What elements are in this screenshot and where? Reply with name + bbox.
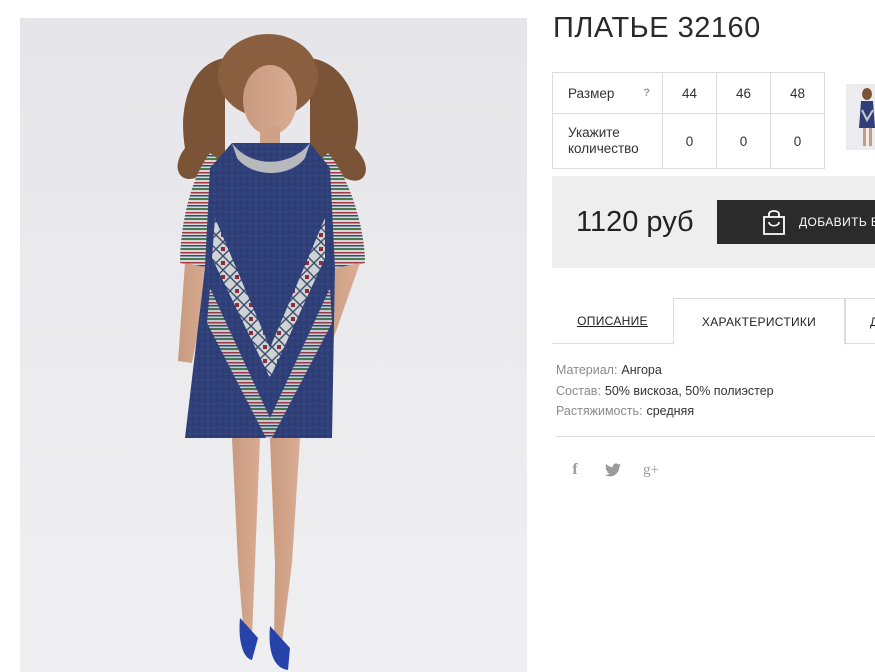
size-quantity-table: Размер ? 44 46 48 Укажите количество 0 0… xyxy=(552,72,825,169)
size-row: Размер ? 44 46 48 xyxy=(552,72,825,114)
tab-delivery[interactable]: Д xyxy=(845,298,875,344)
characteristics-list: Материал: Ангора Состав: 50% вискоза, 50% … xyxy=(556,360,774,422)
tab-description[interactable]: ОПИСАНИЕ xyxy=(552,298,673,344)
characteristic-value: средняя xyxy=(646,404,695,418)
price-panel: 1120 руб ДОБАВИТЬ В xyxy=(552,176,875,268)
google-plus-icon[interactable]: g+ xyxy=(642,458,660,482)
divider xyxy=(556,436,875,437)
quantity-row: Укажите количество 0 0 0 xyxy=(552,113,825,169)
add-to-cart-label: ДОБАВИТЬ В xyxy=(799,215,875,229)
size-label-cell: Размер ? xyxy=(552,72,663,114)
facebook-icon[interactable]: f xyxy=(566,458,584,482)
facebook-glyph: f xyxy=(572,461,578,478)
quantity-input-44[interactable]: 0 xyxy=(662,113,717,169)
social-share: f g+ xyxy=(566,458,660,482)
tab-characteristics[interactable]: ХАРАКТЕРИСТИКИ xyxy=(673,298,845,345)
characteristic-value: Ангора xyxy=(621,363,662,377)
quantity-label-cell: Укажите количество xyxy=(552,113,663,169)
product-thumbnail[interactable] xyxy=(846,84,875,150)
product-photo[interactable] xyxy=(20,18,527,672)
shopping-bag-icon xyxy=(763,210,785,235)
characteristic-composition: Состав: 50% вискоза, 50% полиэстер xyxy=(556,381,774,402)
dress-thumbnail-icon xyxy=(859,88,875,146)
characteristic-stretch: Растяжимость: средняя xyxy=(556,401,774,422)
add-to-cart-button[interactable]: ДОБАВИТЬ В xyxy=(717,200,875,244)
characteristic-value: 50% вискоза, 50% полиэстер xyxy=(604,383,774,398)
google-plus-glyph: g+ xyxy=(643,461,659,478)
quantity-input-48[interactable]: 0 xyxy=(770,113,825,169)
characteristic-material: Материал: Ангора xyxy=(556,360,774,381)
characteristic-key: Растяжимость: xyxy=(556,404,643,418)
size-option-46[interactable]: 46 xyxy=(716,72,771,114)
size-option-44[interactable]: 44 xyxy=(662,72,717,114)
dress-photo-illustration xyxy=(177,34,366,670)
characteristic-key: Состав: xyxy=(556,383,601,398)
product-title: ПЛАТЬЕ 32160 xyxy=(553,12,761,44)
size-help-icon[interactable]: ? xyxy=(643,87,650,99)
twitter-icon[interactable] xyxy=(604,458,622,482)
size-option-48[interactable]: 48 xyxy=(770,72,825,114)
quantity-input-46[interactable]: 0 xyxy=(716,113,771,169)
quantity-label: Укажите количество xyxy=(568,125,639,156)
product-price: 1120 руб xyxy=(576,206,694,238)
size-label: Размер xyxy=(568,85,615,101)
twitter-bird-icon xyxy=(605,463,621,477)
characteristic-key: Материал: xyxy=(556,363,618,377)
product-tabs: ОПИСАНИЕ ХАРАКТЕРИСТИКИ Д xyxy=(552,298,875,345)
